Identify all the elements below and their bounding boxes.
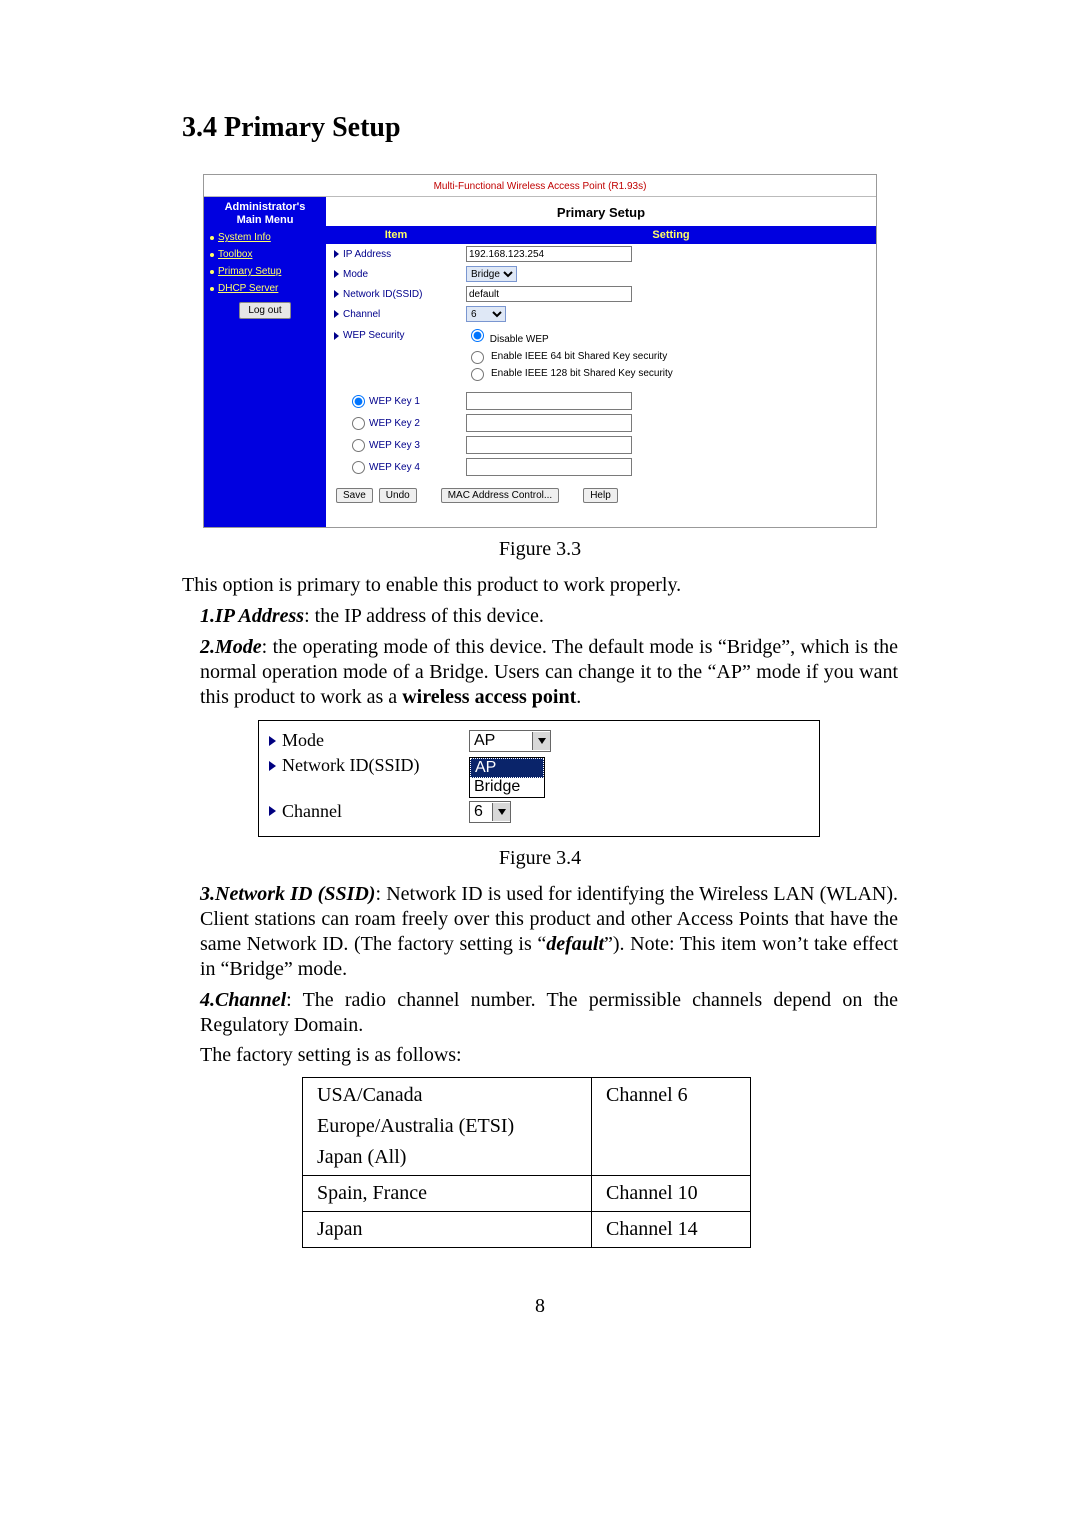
- item-4: 4.Channel: The radio channel number. The…: [182, 988, 898, 1038]
- triangle-icon: [334, 310, 339, 318]
- figure-3-3-screenshot: Multi-Functional Wireless Access Point (…: [203, 174, 877, 528]
- item-2: 2.Mode: the operating mode of this devic…: [182, 635, 898, 710]
- channel-cell: Channel 6: [592, 1077, 751, 1175]
- channel-cell: Channel 10: [592, 1175, 751, 1211]
- chevron-down-icon: [532, 732, 550, 750]
- triangle-icon: [269, 761, 276, 771]
- bullet-icon: [210, 236, 214, 240]
- page-number: 8: [182, 1295, 898, 1318]
- wep-key-2-input[interactable]: [466, 414, 632, 432]
- panel-title: Primary Setup: [326, 197, 876, 226]
- region-cell: Spain, France: [303, 1175, 592, 1211]
- mode-select[interactable]: Bridge: [466, 266, 517, 282]
- wep-disable-radio[interactable]: [471, 329, 484, 342]
- triangle-icon: [269, 806, 276, 816]
- chevron-down-icon: [492, 803, 510, 821]
- wep-key-1-input[interactable]: [466, 392, 632, 410]
- table-row: Japan Channel 14: [303, 1211, 751, 1247]
- mode-option-ap[interactable]: AP: [470, 758, 544, 778]
- header-setting: Setting: [466, 226, 876, 244]
- ssid-label: Network ID(SSID): [282, 755, 419, 776]
- wep-key-2-radio[interactable]: [352, 417, 365, 430]
- triangle-icon: [269, 736, 276, 746]
- undo-button[interactable]: Undo: [379, 488, 417, 503]
- help-button[interactable]: Help: [583, 488, 618, 503]
- save-button[interactable]: Save: [336, 488, 373, 503]
- region-cell: Japan: [303, 1211, 592, 1247]
- logout-button[interactable]: Log out: [239, 302, 290, 319]
- mac-address-control-button[interactable]: MAC Address Control...: [441, 488, 559, 503]
- wep-option-128: Enable IEEE 128 bit Shared Key security: [326, 365, 876, 381]
- channel-select[interactable]: 6: [466, 306, 506, 322]
- section-heading: 3.4 Primary Setup: [182, 112, 898, 144]
- sidebar-item-toolbox[interactable]: Toolbox: [210, 249, 320, 260]
- item-1: 1.IP Address: the IP address of this dev…: [182, 604, 898, 629]
- figure-3-4-caption: Figure 3.4: [182, 847, 898, 870]
- figure-3-3-caption: Figure 3.3: [182, 538, 898, 561]
- triangle-icon: [334, 332, 339, 340]
- row-ssid: Network ID(SSID): [326, 284, 876, 304]
- channel-label: Channel: [282, 801, 342, 822]
- row-wep: WEP Security Disable WEP: [326, 324, 876, 347]
- triangle-icon: [334, 250, 339, 258]
- channel-cell: Channel 14: [592, 1211, 751, 1247]
- bullet-icon: [210, 270, 214, 274]
- ip-address-input[interactable]: [466, 246, 632, 262]
- sidebar-title: Administrator's Main Menu: [210, 201, 320, 226]
- region-cell: USA/Canada Europe/Australia (ETSI) Japan…: [303, 1077, 592, 1175]
- channel-table: USA/Canada Europe/Australia (ETSI) Japan…: [302, 1077, 751, 1248]
- main-panel: Primary Setup Item Setting IP Address Mo…: [326, 197, 876, 527]
- wep-key-1-radio[interactable]: [352, 395, 365, 408]
- row-wep-key-2: WEP Key 2: [326, 412, 876, 434]
- mode-select[interactable]: AP: [469, 730, 551, 752]
- mode-dropdown-open[interactable]: AP Bridge: [469, 757, 545, 798]
- intro-paragraph: This option is primary to enable this pr…: [182, 573, 898, 598]
- wep-key-3-radio[interactable]: [352, 439, 365, 452]
- mode-option-bridge[interactable]: Bridge: [470, 778, 544, 796]
- mode-label: Mode: [282, 730, 324, 751]
- row-wep-key-3: WEP Key 3: [326, 434, 876, 456]
- figure-3-4-box: Mode AP Network ID(SSID) AP Bridge Chann…: [258, 720, 820, 837]
- wep-option-64: Enable IEEE 64 bit Shared Key security: [326, 348, 876, 364]
- header-item: Item: [326, 226, 466, 244]
- triangle-icon: [334, 270, 339, 278]
- channel-select[interactable]: 6: [469, 801, 511, 823]
- ssid-input[interactable]: [466, 286, 632, 302]
- row-mode: Mode Bridge: [326, 264, 876, 284]
- wep-key-4-radio[interactable]: [352, 461, 365, 474]
- sidebar-item-dhcp-server[interactable]: DHCP Server: [210, 283, 320, 294]
- sidebar-item-primary-setup[interactable]: Primary Setup: [210, 266, 320, 277]
- device-banner: Multi-Functional Wireless Access Point (…: [204, 175, 876, 197]
- row-wep-key-4: WEP Key 4: [326, 456, 876, 478]
- wep-64-radio[interactable]: [471, 351, 484, 364]
- sidebar-item-system-info[interactable]: System Info: [210, 232, 320, 243]
- wep-key-4-input[interactable]: [466, 458, 632, 476]
- triangle-icon: [334, 290, 339, 298]
- item-3: 3.Network ID (SSID): Network ID is used …: [182, 882, 898, 982]
- wep-key-3-input[interactable]: [466, 436, 632, 454]
- table-header: Item Setting: [326, 226, 876, 244]
- wep-128-radio[interactable]: [471, 368, 484, 381]
- table-row: USA/Canada Europe/Australia (ETSI) Japan…: [303, 1077, 751, 1175]
- admin-sidebar: Administrator's Main Menu System Info To…: [204, 197, 326, 527]
- item-4-followup: The factory setting is as follows:: [182, 1044, 898, 1067]
- row-channel: Channel 6: [326, 304, 876, 324]
- button-bar: Save Undo MAC Address Control... Help: [326, 478, 876, 503]
- row-wep-key-1: WEP Key 1: [326, 390, 876, 412]
- bullet-icon: [210, 287, 214, 291]
- bullet-icon: [210, 253, 214, 257]
- row-ip-address: IP Address: [326, 244, 876, 264]
- table-row: Spain, France Channel 10: [303, 1175, 751, 1211]
